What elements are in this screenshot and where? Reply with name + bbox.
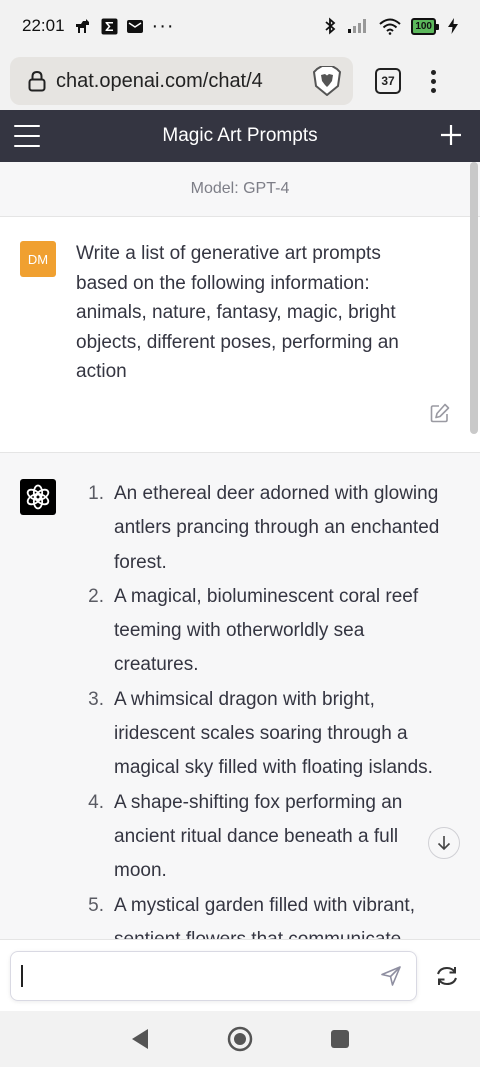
user-message-text: Write a list of generative art prompts b… — [76, 243, 399, 382]
list-item: 4. A shape-shifting fox performing an anc… — [88, 791, 403, 882]
user-avatar: DM — [20, 241, 56, 277]
message-input-box[interactable] — [10, 950, 417, 1001]
mail-icon — [126, 19, 143, 33]
user-message: DM Write a list of generative art prompt… — [0, 217, 480, 453]
list-item: 1. An ethereal deer adorned with glowing … — [88, 483, 440, 573]
assistant-message: 1. An ethereal deer adorned with glowing … — [0, 453, 480, 939]
back-icon[interactable] — [126, 1025, 154, 1053]
app-header: Magic Art Prompts — [0, 110, 480, 162]
sigma-icon — [101, 18, 118, 35]
composer — [0, 939, 480, 1011]
recents-icon[interactable] — [326, 1025, 354, 1053]
list-item: 2. A magical, bioluminescent coral reef t… — [88, 585, 419, 676]
browser-toolbar: chat.openai.com/chat/4 37 — [0, 52, 480, 110]
tab-count: 37 — [381, 74, 395, 88]
model-label: Model: GPT-4 — [0, 162, 480, 217]
url-bar[interactable]: chat.openai.com/chat/4 — [10, 57, 353, 105]
arrow-down-icon — [437, 836, 451, 851]
browser-menu-button[interactable] — [431, 69, 436, 93]
user-avatar-initials: DM — [27, 251, 49, 267]
status-bar: 22:01 ··· 100 — [0, 0, 480, 52]
home-icon[interactable] — [226, 1025, 254, 1053]
send-icon[interactable] — [380, 965, 402, 987]
url-text[interactable]: chat.openai.com/chat/4 — [56, 70, 303, 93]
battery-level: 100 — [415, 20, 432, 32]
charging-icon — [448, 18, 458, 34]
lock-icon[interactable] — [28, 70, 46, 92]
regenerate-icon[interactable] — [435, 964, 459, 988]
prompt-list: 1. An ethereal deer adorned with glowing … — [76, 477, 448, 939]
wifi-icon — [379, 18, 401, 35]
conversation-title: Magic Art Prompts — [162, 125, 318, 146]
brave-shield-icon[interactable] — [313, 66, 341, 96]
openai-logo-icon — [20, 479, 56, 515]
dog-icon — [74, 18, 92, 34]
chat-content: Model: GPT-4 DM Write a list of generati… — [0, 162, 480, 939]
list-item: 5. A mystical garden filled with vibrant,… — [88, 894, 415, 939]
tab-switcher-button[interactable]: 37 — [375, 68, 401, 94]
edit-icon[interactable] — [430, 403, 450, 423]
scrollbar[interactable] — [470, 162, 478, 434]
system-nav-bar — [0, 1011, 480, 1067]
new-chat-plus-icon[interactable] — [440, 124, 462, 146]
bluetooth-icon — [323, 17, 337, 35]
scroll-to-bottom-button[interactable] — [428, 827, 460, 859]
message-input[interactable] — [23, 955, 380, 996]
list-item: 3. A whimsical dragon with bright, irides… — [88, 688, 433, 779]
hamburger-menu-icon[interactable] — [14, 125, 40, 147]
signal-icon — [347, 18, 369, 34]
status-time: 22:01 — [22, 16, 65, 35]
status-more-dots: ··· — [151, 14, 175, 37]
battery-icon: 100 — [411, 17, 439, 35]
